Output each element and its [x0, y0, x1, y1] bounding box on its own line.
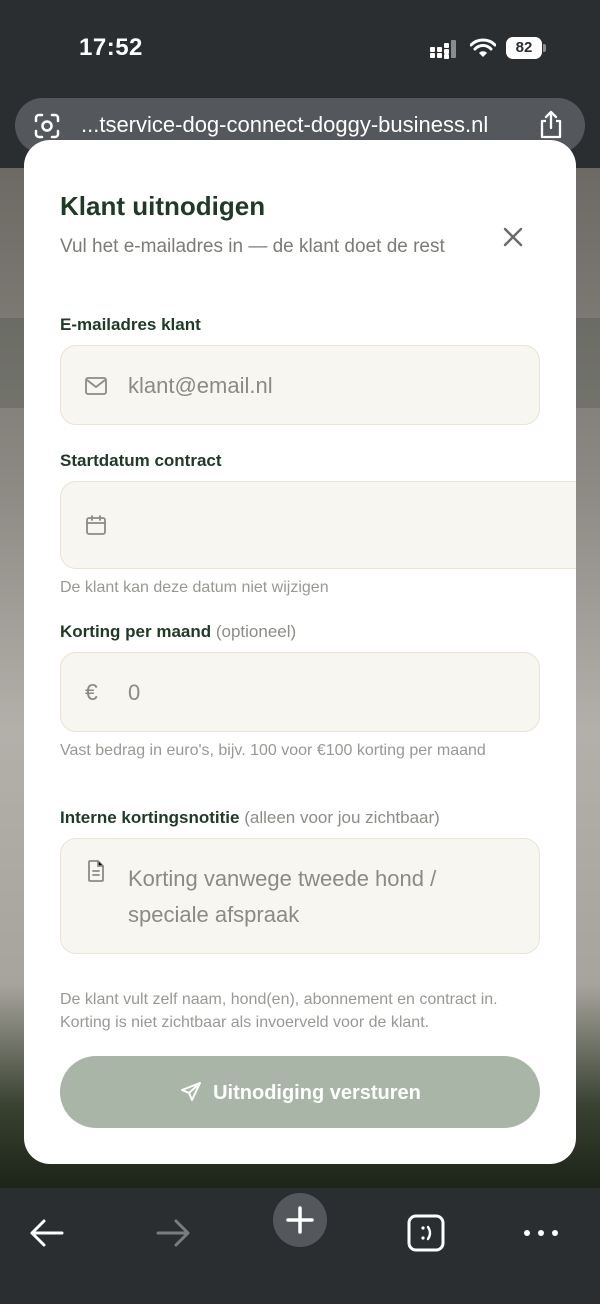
forward-icon[interactable] — [146, 1206, 200, 1260]
wifi-icon — [470, 38, 496, 57]
discount-field[interactable]: € 0 — [60, 652, 540, 732]
footer-note: De klant vult zelf naam, hond(en), abonn… — [60, 991, 498, 1031]
note-textarea[interactable]: Korting vanwege tweede hond / speciale a… — [60, 838, 540, 954]
discount-placeholder: 0 — [128, 680, 141, 705]
start-date-label: Startdatum contract — [60, 451, 222, 470]
url-text[interactable]: ...tservice-dog-connect-doggy-business.n… — [81, 112, 541, 138]
send-button-label: Uitnodiging versturen — [213, 1082, 421, 1104]
email-field[interactable]: klant@email.nl — [60, 345, 540, 425]
close-icon[interactable] — [498, 222, 528, 252]
discount-helper: Vast bedrag in euro's, bijv. 100 voor €1… — [60, 742, 486, 759]
signal-icon — [430, 40, 460, 59]
new-tab-icon[interactable] — [273, 1193, 327, 1247]
status-time: 17:52 — [79, 34, 143, 61]
send-button-content: Uitnodiging versturen — [60, 1080, 540, 1105]
note-label: Interne kortingsnotitie (alleen voor jou… — [60, 808, 440, 828]
euro-icon: € — [85, 679, 98, 705]
discount-label: Korting per maand (optioneel) — [60, 622, 296, 642]
start-date-field[interactable] — [60, 481, 576, 569]
share-icon[interactable] — [537, 110, 565, 140]
note-placeholder: Korting vanwege tweede hond / speciale a… — [128, 866, 437, 927]
battery-indicator: 82 — [506, 37, 542, 59]
status-bar: 17:52 82 — [0, 0, 600, 96]
discount-label-text: Korting per maand — [60, 622, 212, 641]
document-icon — [88, 860, 104, 882]
calendar-icon — [86, 515, 106, 535]
more-icon[interactable] — [514, 1206, 568, 1260]
battery-tip — [543, 44, 546, 52]
note-optional: (alleen voor jou zichtbaar) — [244, 808, 440, 827]
modal-title: Klant uitnodigen — [60, 191, 266, 221]
email-label: E-mailadres klant — [60, 315, 201, 334]
mail-icon — [85, 377, 107, 395]
invite-client-modal: Klant uitnodigen Vul het e-mailadres in … — [24, 140, 576, 1164]
back-icon[interactable] — [20, 1206, 74, 1260]
discount-optional: (optioneel) — [215, 622, 297, 641]
send-icon — [181, 1082, 202, 1101]
tabs-icon[interactable] — [399, 1206, 453, 1260]
send-invite-button[interactable]: Uitnodiging versturen — [60, 1056, 540, 1128]
modal-subtitle: Vul het e-mailadres in — de klant doet d… — [60, 236, 445, 257]
lens-icon[interactable] — [33, 112, 61, 140]
start-date-helper: De klant kan deze datum niet wijzigen — [60, 579, 329, 596]
note-label-text: Interne kortingsnotitie — [60, 808, 240, 827]
browser-toolbar — [0, 1188, 600, 1304]
email-placeholder: klant@email.nl — [128, 373, 273, 398]
